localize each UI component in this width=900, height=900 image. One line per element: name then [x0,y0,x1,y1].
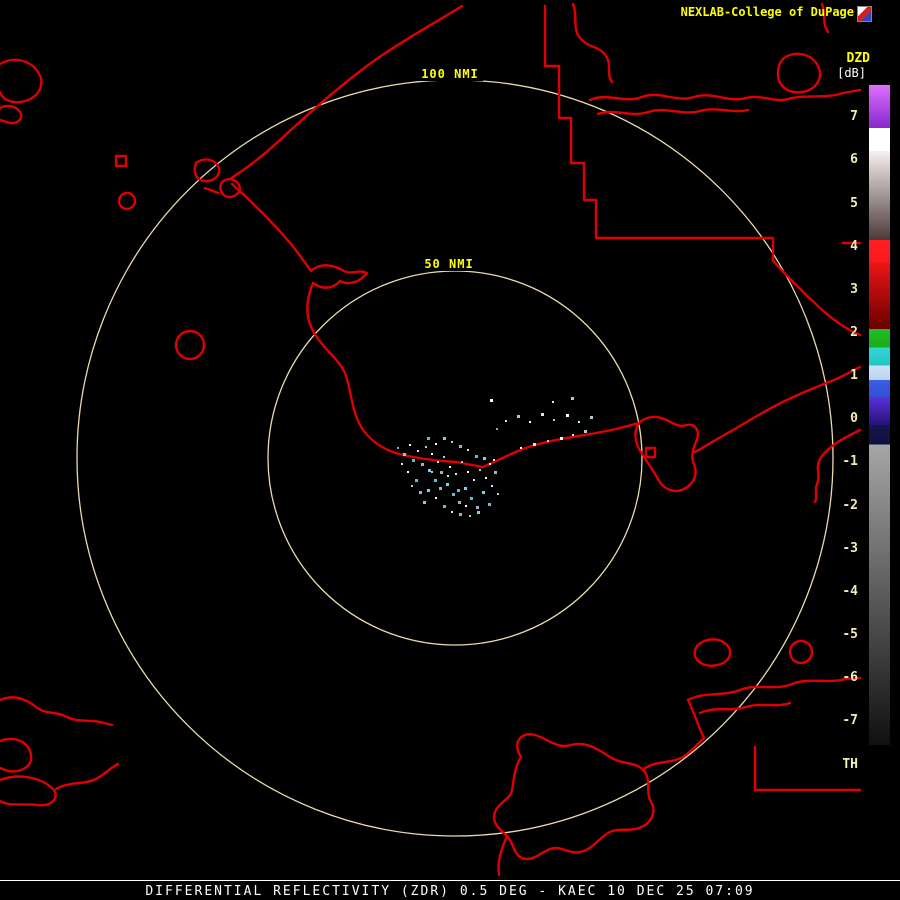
cod-logo-icon [857,6,872,22]
colorbar-tick: 1 [828,368,858,384]
colorbar-tick: -3 [828,541,858,557]
colorbar-tick: 4 [828,239,858,255]
colorbar-tick: -1 [828,454,858,470]
range-label-100nmi: 100 NMI [417,67,483,81]
colorbar-tick: 7 [828,109,858,125]
range-rings [77,80,833,836]
colorbar-tick: 3 [828,282,858,298]
colorbar [869,85,890,745]
units-label: [dB] [837,66,866,80]
radar-display: 100 NMI 50 NMI NEXLAB-College of DuPage … [0,0,900,900]
colorbar-tick: 6 [828,152,858,168]
range-label-50nmi: 50 NMI [420,257,477,271]
colorbar-tick: -2 [828,498,858,514]
colorbar-tick: -5 [828,627,858,643]
colorbar-tick: 5 [828,196,858,212]
colorbar-tick: 2 [828,325,858,341]
attribution-text: NEXLAB-College of DuPage [681,5,854,19]
radar-map-canvas [0,0,900,900]
radar-echoes [397,397,593,517]
footer-divider [0,880,900,881]
range-ring-100nmi [77,80,833,836]
colorbar-tick: -4 [828,584,858,600]
colorbar-tick: -7 [828,713,858,729]
colorbar-tick: -6 [828,670,858,686]
product-code-label: DZD [847,51,870,66]
colorbar-tick: 0 [828,411,858,427]
product-title: DIFFERENTIAL REFLECTIVITY (ZDR) 0.5 DEG … [0,884,900,899]
range-ring-50nmi [268,271,642,645]
threshold-label: TH [828,757,858,772]
